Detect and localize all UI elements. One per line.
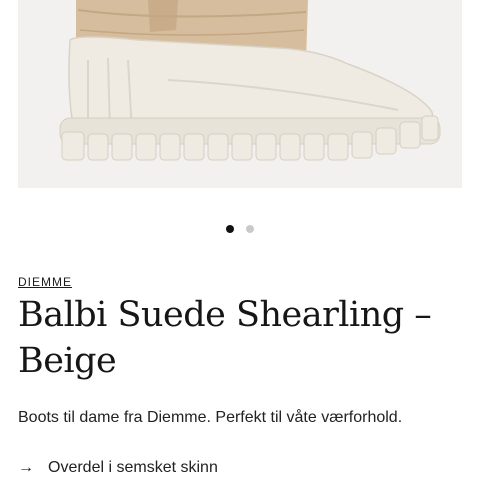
brand-link[interactable]: DIEMME <box>18 275 72 289</box>
arrow-right-icon: → <box>18 459 34 476</box>
feature-item: → Overdel i semsket skinn <box>18 459 218 477</box>
carousel-dots <box>0 225 480 233</box>
carousel-dot-1[interactable] <box>226 225 234 233</box>
product-title: Balbi Suede Shearling – Beige <box>18 295 432 381</box>
boot-illustration <box>59 0 441 161</box>
carousel-dot-2[interactable] <box>246 225 254 233</box>
product-description: Boots til dame fra Diemme. Perfekt til v… <box>18 409 403 426</box>
product-image[interactable] <box>18 0 462 188</box>
feature-text: Overdel i semsket skinn <box>48 459 218 476</box>
